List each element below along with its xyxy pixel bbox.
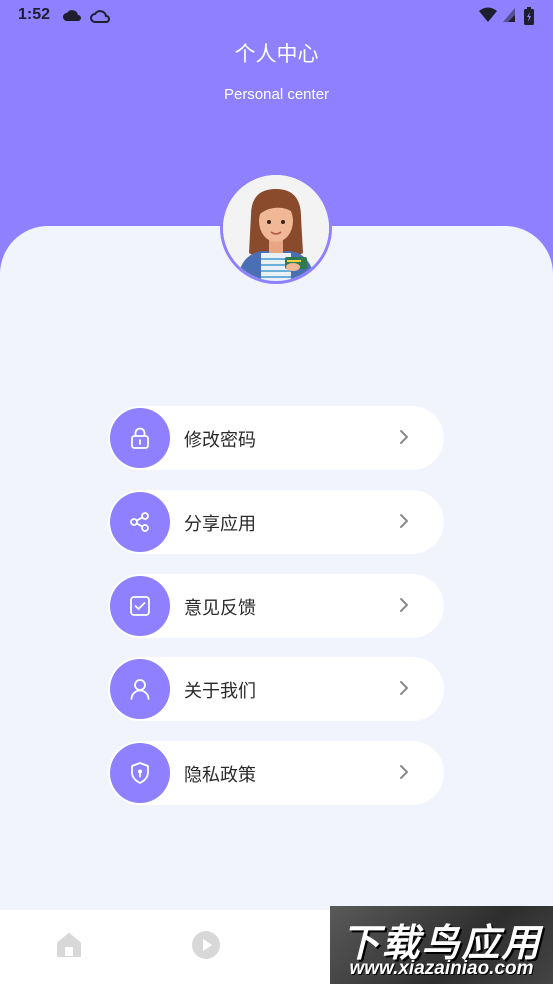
play-icon[interactable] xyxy=(191,930,221,960)
chevron-right-icon xyxy=(400,430,408,444)
watermark-logo: 下载鸟应用 www.xiazainiao.com xyxy=(330,906,553,984)
watermark-url: www.xiazainiao.com xyxy=(349,958,534,979)
menu-icon-circle xyxy=(110,743,170,803)
battery-icon xyxy=(524,7,534,25)
page-title: 个人中心 xyxy=(234,42,319,66)
feedback-icon xyxy=(130,596,150,616)
wifi-icon xyxy=(479,7,497,22)
chevron-right-icon xyxy=(400,681,408,695)
menu-icon-circle xyxy=(110,408,170,468)
cloud-icon xyxy=(63,10,81,21)
share-icon xyxy=(130,512,149,532)
status-bar: 1:52 xyxy=(0,0,553,32)
shield-icon xyxy=(131,762,149,784)
chevron-right-icon xyxy=(400,514,408,528)
menu-icon-circle xyxy=(110,576,170,636)
menu-icon-circle xyxy=(110,492,170,552)
chevron-right-icon xyxy=(400,598,408,612)
menu-item-label: 分享应用 xyxy=(184,514,256,535)
menu-item-change-password[interactable]: 修改密码 xyxy=(108,406,444,470)
home-icon[interactable] xyxy=(54,930,84,960)
user-icon xyxy=(130,679,150,700)
menu-item-label: 关于我们 xyxy=(184,681,256,702)
menu-item-privacy-policy[interactable]: 隐私政策 xyxy=(108,741,444,805)
status-time: 1:52 xyxy=(18,6,51,23)
page-subtitle: Personal center xyxy=(223,86,330,103)
menu-item-about-us[interactable]: 关于我们 xyxy=(108,657,444,721)
signal-icon xyxy=(503,8,515,22)
menu-item-label: 意见反馈 xyxy=(184,598,256,619)
cloud-outline-icon xyxy=(90,10,110,23)
chevron-right-icon xyxy=(400,765,408,779)
menu-item-label: 修改密码 xyxy=(184,430,256,451)
menu-item-share-app[interactable]: 分享应用 xyxy=(108,490,444,554)
avatar-illustration-icon xyxy=(223,175,329,281)
menu-item-feedback[interactable]: 意见反馈 xyxy=(108,574,444,638)
menu-item-label: 隐私政策 xyxy=(184,765,256,786)
avatar[interactable] xyxy=(220,172,332,284)
menu-icon-circle xyxy=(110,659,170,719)
lock-icon xyxy=(131,427,149,449)
